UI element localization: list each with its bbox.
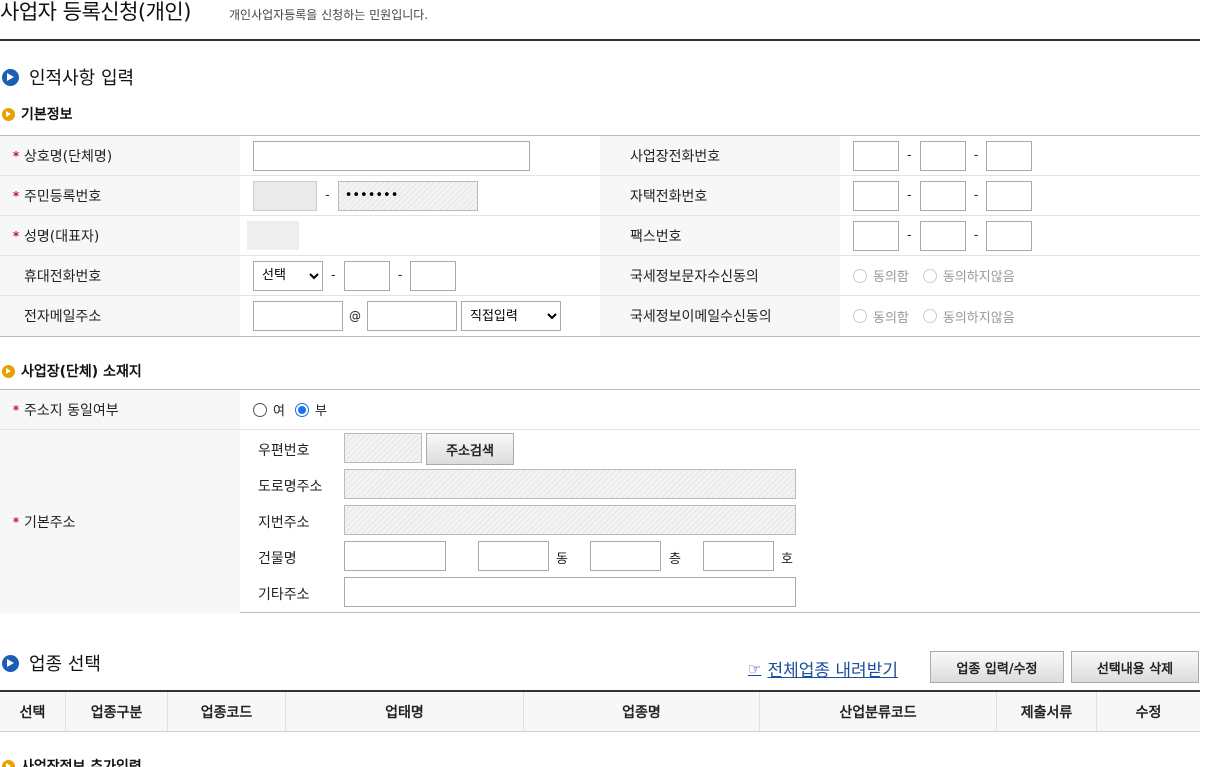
- basic-address-label: 기본주소: [24, 514, 76, 531]
- pointing-hand-icon: ☞: [748, 659, 762, 678]
- email-at-sign: @: [349, 309, 361, 323]
- email-id-input[interactable]: [253, 301, 343, 331]
- col-industrial-code: 산업분류코드: [760, 692, 997, 731]
- col-documents: 제출서류: [997, 692, 1097, 731]
- required-mark: *: [12, 188, 20, 203]
- table-row: * 주민등록번호 - 자택전화번호 - -: [0, 176, 1200, 216]
- biz-phone-2-input[interactable]: [919, 140, 966, 171]
- industry-input-button[interactable]: 업종 입력/수정: [930, 651, 1064, 683]
- email-consent-label: 국세정보이메일수신동의: [630, 309, 772, 325]
- mobile-3-input[interactable]: [410, 260, 457, 291]
- biz-phone-1-input[interactable]: [853, 140, 899, 171]
- trade-name-input[interactable]: [253, 140, 530, 171]
- table-row: * 상호명(단체명) 사업장전화번호 - -: [0, 136, 1200, 176]
- road-address-label: 도로명주소: [258, 479, 323, 495]
- home-phone-2-input[interactable]: [919, 180, 966, 211]
- lot-address-input: [344, 505, 796, 535]
- zip-input: [344, 433, 422, 463]
- mobile-2-input[interactable]: [343, 260, 390, 291]
- same-address-no-radio[interactable]: 부: [294, 400, 327, 419]
- page-title: 사업자 등록신청(개인): [0, 0, 191, 24]
- email-domain-select[interactable]: 직접입력: [461, 301, 561, 331]
- dong-input[interactable]: [478, 541, 549, 571]
- lot-address-label: 지번주소: [258, 515, 310, 531]
- same-address-label: 주소지 동일여부: [24, 402, 119, 419]
- table-row: 전자메일주소 @ 직접입력 국세정보이메일수신동의 동의함 동의하지않음: [0, 296, 1200, 336]
- sms-consent-label: 국세정보문자수신동의: [630, 268, 759, 285]
- resident-no-front: [253, 180, 317, 211]
- fax-2-input[interactable]: [919, 220, 966, 251]
- road-address-input: [344, 469, 796, 499]
- basic-info-table: * 상호명(단체명) 사업장전화번호 - - * 주민등록번호 - 자택전화번호: [0, 135, 1200, 337]
- arrow-circle-icon: [2, 68, 19, 86]
- col-industry-name: 업종명: [524, 692, 760, 731]
- arrow-circle-icon: [2, 759, 15, 767]
- fax-label: 팩스번호: [630, 228, 682, 245]
- mobile-prefix-select[interactable]: 선택: [253, 260, 323, 291]
- arrow-circle-icon: [2, 654, 19, 672]
- col-business-type: 업태명: [286, 692, 524, 731]
- industry-table-header: 선택 업종구분 업종코드 업태명 업종명 산업분류코드 제출서류 수정: [0, 690, 1200, 732]
- location-title: 사업장(단체) 소재지: [2, 361, 142, 381]
- building-label: 건물명: [258, 551, 297, 567]
- extra-info-title: 사업장정보 추가입력: [2, 756, 142, 767]
- building-name-input[interactable]: [344, 541, 446, 571]
- required-mark: *: [12, 228, 20, 243]
- home-phone-1-input[interactable]: [853, 180, 899, 211]
- fax-1-input[interactable]: [853, 220, 899, 251]
- email-label: 전자메일주소: [24, 309, 102, 325]
- sms-disagree-radio[interactable]: 동의하지않음: [922, 266, 1015, 285]
- etc-address-label: 기타주소: [258, 587, 310, 603]
- col-select: 선택: [0, 692, 66, 731]
- ho-input[interactable]: [703, 541, 774, 571]
- col-industry-type: 업종구분: [66, 692, 168, 731]
- home-phone-3-input[interactable]: [986, 180, 1033, 211]
- biz-phone-3-input[interactable]: [986, 140, 1033, 171]
- etc-address-input[interactable]: [344, 577, 796, 607]
- sms-agree-radio[interactable]: 동의함: [853, 266, 909, 285]
- table-row: * 성명(대표자) 팩스번호 - -: [0, 216, 1200, 256]
- page-description: 개인사업자등록을 신청하는 민원입니다.: [229, 8, 429, 22]
- resident-no-back-input: [337, 180, 478, 211]
- required-mark: *: [12, 402, 20, 417]
- email-agree-radio[interactable]: 동의함: [853, 307, 909, 326]
- page-header: 사업자 등록신청(개인) 개인사업자등록을 신청하는 민원입니다.: [0, 0, 1200, 41]
- section-personal-info-title: 인적사항 입력: [2, 64, 134, 90]
- same-address-yes-radio[interactable]: 여: [253, 400, 285, 419]
- arrow-circle-icon: [2, 364, 15, 378]
- basic-info-title: 기본정보: [2, 104, 73, 124]
- table-row: * 주소지 동일여부 여 부: [0, 390, 1200, 430]
- email-disagree-radio[interactable]: 동의하지않음: [922, 307, 1015, 326]
- download-all-industries-link[interactable]: ☞ 전체업종 내려받기: [748, 656, 898, 682]
- representative-name-value: [247, 221, 299, 250]
- table-row: 휴대전화번호 선택 - - 국세정보문자수신동의 동의함 동의하지않음: [0, 256, 1200, 296]
- resident-no-label: 주민등록번호: [24, 188, 102, 205]
- email-domain-input[interactable]: [367, 301, 457, 331]
- arrow-circle-icon: [2, 107, 15, 121]
- floor-label: 층: [669, 552, 681, 567]
- ho-label: 호: [781, 552, 793, 567]
- biz-phone-label: 사업장전화번호: [630, 148, 721, 165]
- floor-input[interactable]: [590, 541, 661, 571]
- zip-label: 우편번호: [258, 443, 310, 459]
- mobile-label: 휴대전화번호: [24, 268, 102, 285]
- home-phone-label: 자택전화번호: [630, 188, 708, 205]
- col-industry-code: 업종코드: [168, 692, 286, 731]
- address-search-button[interactable]: 주소검색: [426, 433, 514, 465]
- name-label: 성명(대표자): [24, 228, 100, 245]
- col-edit: 수정: [1135, 704, 1162, 721]
- required-mark: *: [12, 148, 20, 163]
- required-mark: *: [12, 514, 20, 529]
- dong-label: 동: [556, 552, 568, 567]
- trade-name-label: 상호명(단체명): [24, 148, 113, 165]
- section-industry-title: 업종 선택: [2, 650, 101, 676]
- fax-3-input[interactable]: [986, 220, 1033, 251]
- delete-selected-button[interactable]: 선택내용 삭제: [1071, 651, 1199, 683]
